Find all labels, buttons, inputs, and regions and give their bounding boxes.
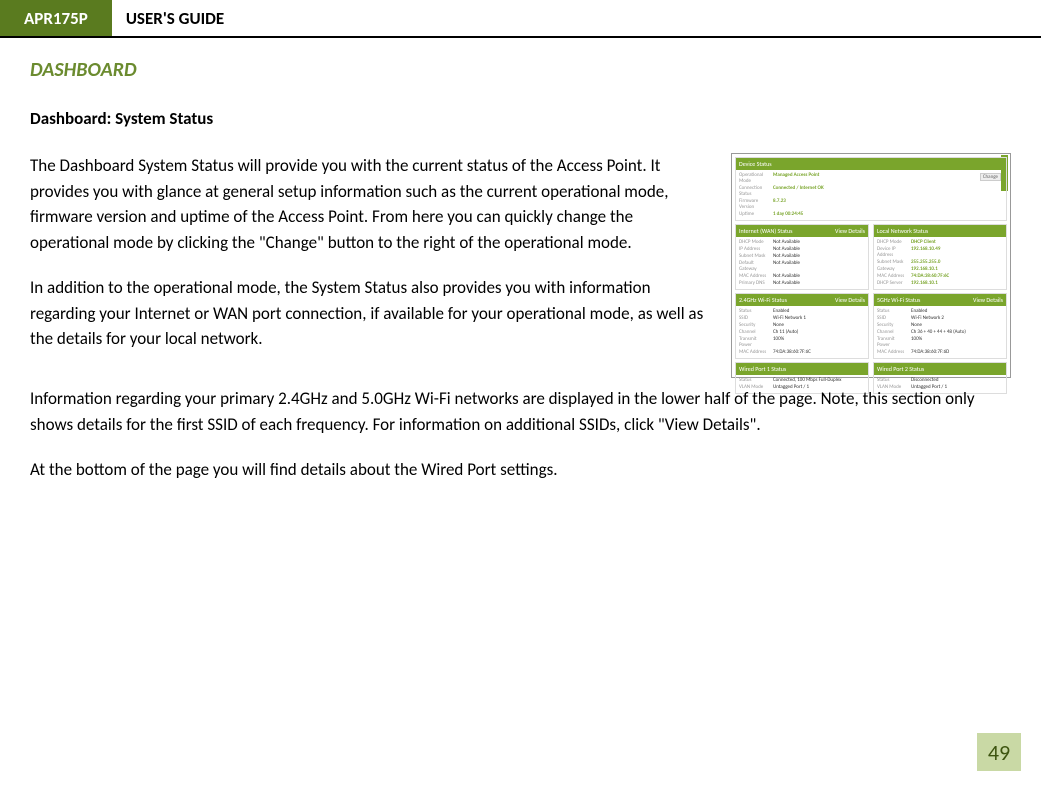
fig-label: Channel bbox=[877, 329, 907, 335]
fig-label: Subnet Mask bbox=[739, 253, 769, 259]
figure-local-network-header: Local Network Status bbox=[874, 225, 1006, 237]
figure-change-button: Change bbox=[980, 173, 1001, 181]
fig-label: IP Address bbox=[739, 246, 769, 252]
fig-label: MAC Address bbox=[739, 273, 769, 279]
fig-label: DHCP Mode bbox=[739, 239, 769, 245]
fig-value: Not Available bbox=[773, 260, 865, 272]
fig-label: Device IP Address bbox=[877, 246, 907, 258]
fig-label: Status bbox=[739, 377, 769, 383]
guide-title: USER'S GUIDE bbox=[112, 0, 238, 36]
figure-panel-title: Local Network Status bbox=[877, 227, 928, 235]
fig-value: 74:DA:38:60:7F:6C bbox=[911, 273, 1003, 279]
figure-device-status-header: Device Status bbox=[736, 158, 1006, 170]
figure-panel-title: Wired Port 2 Status bbox=[877, 365, 924, 373]
fig-label: DHCP Server bbox=[877, 280, 907, 286]
fig-label: MAC Address bbox=[877, 349, 907, 355]
fig-value: Not Available bbox=[773, 246, 865, 252]
fig-label: DHCP Mode bbox=[877, 239, 907, 245]
fig-value: 8.7.23 bbox=[773, 198, 1003, 210]
page-number: 49 bbox=[977, 733, 1021, 771]
fig-label: Firmware Version bbox=[739, 198, 769, 210]
figure-view-details: View Details bbox=[973, 296, 1003, 304]
fig-value: Enabled bbox=[773, 308, 865, 314]
fig-label: Transmit Power bbox=[739, 336, 769, 348]
paragraph-4: At the bottom of the page you will find … bbox=[30, 457, 1011, 483]
fig-value: Connected / Internet OK bbox=[773, 185, 1003, 197]
figure-view-details: View Details bbox=[835, 296, 865, 304]
fig-value: Connected, 100 Mbps Full-Duplex bbox=[773, 377, 865, 383]
figure-panel-title: 5GHz Wi-Fi Status bbox=[877, 296, 920, 304]
section-title: DASHBOARD bbox=[30, 58, 1011, 82]
fig-value: DHCP Client bbox=[911, 239, 1003, 245]
fig-label: Security bbox=[877, 322, 907, 328]
fig-value: Not Available bbox=[773, 253, 865, 259]
figure-internet-status-header: Internet (WAN) Status View Details bbox=[736, 225, 868, 237]
fig-value: None bbox=[773, 322, 865, 328]
paragraph-3: Information regarding your primary 2.4GH… bbox=[30, 386, 1011, 437]
figure-panel-title: Device Status bbox=[739, 160, 772, 168]
fig-value: 100% bbox=[773, 336, 865, 348]
fig-value: 192.168.10.1 bbox=[911, 266, 1003, 272]
fig-value: None bbox=[911, 322, 1003, 328]
fig-value: 192.168.10.1 bbox=[911, 280, 1003, 286]
fig-label: Operational Mode bbox=[739, 172, 769, 184]
fig-label: Connection Status bbox=[739, 185, 769, 197]
figure-panel-title: Wired Port 1 Status bbox=[739, 365, 786, 373]
fig-label: Default Gateway bbox=[739, 260, 769, 272]
fig-value: 74:DA:38:60:7F:6C bbox=[773, 349, 865, 355]
fig-label: Uptime bbox=[739, 211, 769, 217]
fig-label: Status bbox=[877, 308, 907, 314]
page-content: DASHBOARD Dashboard: System Status Devic… bbox=[0, 38, 1041, 483]
fig-value: Wi-Fi Network 2 bbox=[911, 315, 1003, 321]
fig-value: Wi-Fi Network 1 bbox=[773, 315, 865, 321]
fig-label: Security bbox=[739, 322, 769, 328]
subsection-title: Dashboard: System Status bbox=[30, 108, 1011, 129]
product-tab: APR175P bbox=[0, 0, 112, 36]
fig-label: SSID bbox=[739, 315, 769, 321]
figure-wifi50-header: 5GHz Wi-Fi Status View Details bbox=[874, 294, 1006, 306]
fig-label: Subnet Mask bbox=[877, 259, 907, 265]
fig-value: Not Available bbox=[773, 280, 865, 286]
fig-value: 255.255.255.0 bbox=[911, 259, 1003, 265]
header-bar: APR175P USER'S GUIDE bbox=[0, 0, 1041, 38]
fig-label: Status bbox=[877, 377, 907, 383]
fig-label: Status bbox=[739, 308, 769, 314]
fig-value: Ch 11 (Auto) bbox=[773, 329, 865, 335]
fig-value: Not Available bbox=[773, 239, 865, 245]
figure-view-details: View Details bbox=[835, 227, 865, 235]
fig-value: Managed Access Point bbox=[773, 172, 980, 184]
figure-panel-title: Internet (WAN) Status bbox=[739, 227, 793, 235]
fig-label: SSID bbox=[877, 315, 907, 321]
fig-label: MAC Address bbox=[877, 273, 907, 279]
fig-label: Channel bbox=[739, 329, 769, 335]
dashboard-screenshot-figure: Device Status Change Operational Mode Man… bbox=[731, 153, 1011, 378]
figure-wired2-header: Wired Port 2 Status bbox=[874, 363, 1006, 375]
fig-value: 74:DA:38:60:7F:6D bbox=[911, 349, 1003, 355]
fig-value: 1 day 00:24:45 bbox=[773, 211, 1003, 217]
fig-value: 192.168.10.49 bbox=[911, 246, 1003, 258]
fig-value: Not Available bbox=[773, 273, 865, 279]
fig-value: 100% bbox=[911, 336, 1003, 348]
fig-label: Transmit Power bbox=[877, 336, 907, 348]
fig-label: Gateway bbox=[877, 266, 907, 272]
figure-wifi24-header: 2.4GHz Wi-Fi Status View Details bbox=[736, 294, 868, 306]
fig-label: Primary DNS bbox=[739, 280, 769, 286]
fig-value: Disconnected bbox=[911, 377, 1003, 383]
figure-panel-title: 2.4GHz Wi-Fi Status bbox=[739, 296, 787, 304]
figure-wired1-header: Wired Port 1 Status bbox=[736, 363, 868, 375]
fig-label: MAC Address bbox=[739, 349, 769, 355]
fig-value: Enabled bbox=[911, 308, 1003, 314]
fig-value: Ch 36 + 40 + 44 + 48 (Auto) bbox=[911, 329, 1003, 335]
